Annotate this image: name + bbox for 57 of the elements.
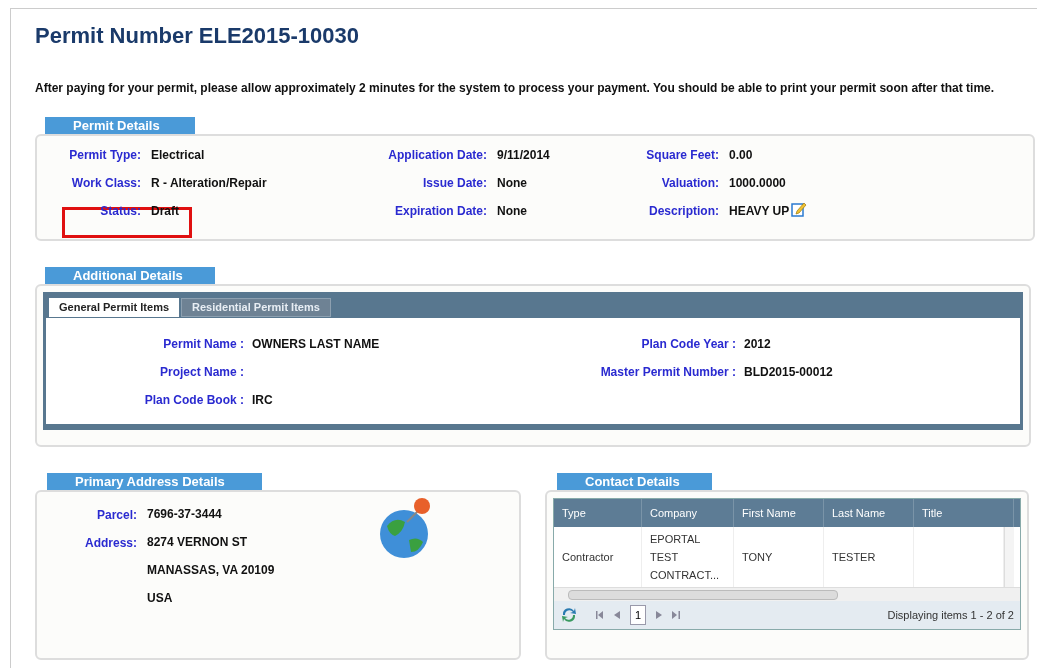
first-page-icon[interactable] [596, 611, 604, 619]
field-value: OWNERS LAST NAME [252, 336, 380, 353]
field-value: 1000.0000 [729, 175, 786, 192]
field-label: Address: [85, 536, 137, 550]
field-value: R - Alteration/Repair [151, 175, 267, 192]
column-header[interactable]: Last Name [824, 499, 914, 527]
field-label: Project Name : [158, 364, 244, 381]
last-page-icon[interactable] [672, 611, 680, 619]
field-value: None [497, 175, 527, 192]
field-label: Square Feet: [645, 147, 719, 164]
field-value: Electrical [151, 147, 205, 164]
field-value: USA [147, 590, 173, 607]
field-label: Valuation: [660, 175, 719, 192]
column-header[interactable]: Type [554, 499, 642, 527]
page-title: Permit Number ELE2015-10030 [35, 22, 361, 50]
field-value: None [497, 203, 527, 220]
field-value: 7696-37-3444 [147, 506, 222, 523]
tab[interactable]: General Permit Items [49, 298, 180, 317]
field-label: Parcel: [96, 508, 137, 522]
field-value: 0.00 [729, 147, 753, 164]
next-page-icon[interactable] [656, 611, 662, 619]
field-value: IRC [252, 392, 273, 409]
field-label: Description: [648, 203, 719, 220]
field-label: Issue Date: [421, 175, 487, 192]
refresh-icon[interactable] [560, 606, 578, 624]
page-number-field[interactable]: 1 [630, 605, 646, 625]
field-value: HEAVY UP [729, 203, 790, 220]
field-label: Application Date: [387, 147, 487, 164]
field-label: Work Class: [70, 175, 141, 192]
column-header[interactable]: First Name [734, 499, 824, 527]
section-heading: Additional Details [45, 267, 215, 284]
table-cell-text: EPORTAL TEST CONTRACT... [650, 532, 721, 583]
field-value: BLD2015-00012 [744, 364, 833, 381]
edit-icon[interactable] [791, 201, 808, 217]
horizontal-scrollbar[interactable] [554, 587, 1020, 601]
vertical-scrollbar[interactable] [1004, 527, 1014, 587]
pager-status: Displaying items 1 - 2 of 2 [887, 607, 1014, 623]
section-heading: Primary Address Details [47, 473, 262, 490]
field-label: Permit Type: [68, 147, 141, 164]
table-cell-text: Contractor [562, 550, 614, 565]
column-header[interactable]: Company [642, 499, 734, 527]
section-heading: Contact Details [557, 473, 712, 490]
field-label: Expiration Date: [394, 203, 487, 220]
field-value: 9/11/2014 [497, 147, 550, 164]
field-label: Plan Code Book : [143, 392, 244, 409]
table-cell-text: TESTER [832, 550, 876, 565]
payment-notice: After paying for your permit, please allow approximately 2 minutes for the system to process your payment. You should be able to print your permit soon after that time. [35, 80, 996, 97]
previous-page-icon[interactable] [614, 611, 620, 619]
field-label: Permit Name : [162, 336, 244, 353]
field-value: 8274 VERNON ST [147, 534, 248, 551]
tab[interactable]: Residential Permit Items [181, 298, 331, 317]
field-value: MANASSAS, VA 20109 [147, 562, 275, 579]
section-heading: Permit Details [45, 117, 195, 134]
table-cell-text: TONY [742, 550, 773, 565]
field-value: 2012 [744, 336, 771, 353]
field-label: Plan Code Year : [640, 336, 736, 353]
field-label: Master Permit Number : [599, 364, 736, 381]
